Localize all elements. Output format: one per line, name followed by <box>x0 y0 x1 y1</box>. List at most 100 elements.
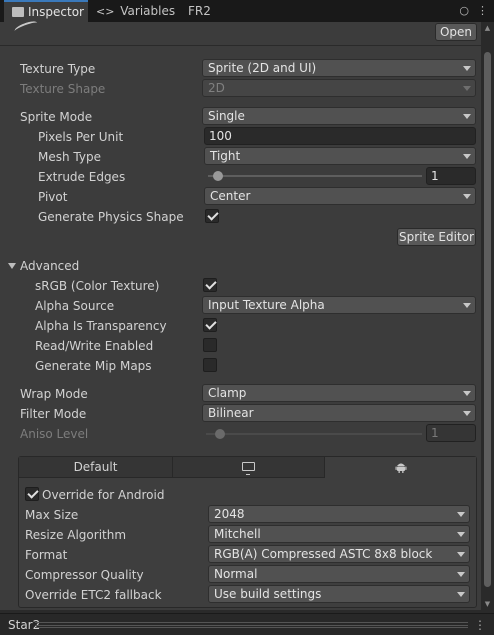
tab-inspector-label: Inspector <box>28 5 84 19</box>
dropdown-arrow-icon <box>463 114 471 119</box>
android-icon <box>395 463 407 473</box>
texture-type-dropdown[interactable]: Sprite (2D and UI) <box>202 59 476 77</box>
header-separator <box>0 45 481 46</box>
mesh-type-label: Mesh Type <box>38 150 101 164</box>
wrap-mode-dropdown[interactable]: Clamp <box>202 384 476 402</box>
extrude-edges-slider-knob[interactable] <box>213 171 223 181</box>
compressor-quality-dropdown[interactable]: Normal <box>208 565 470 583</box>
override-android-label: Override for Android <box>42 488 165 502</box>
aniso-level-label: Aniso Level <box>20 427 89 441</box>
lock-icon[interactable]: ○ <box>459 4 469 17</box>
dropdown-arrow-icon <box>463 391 471 396</box>
filter-mode-label: Filter Mode <box>20 407 87 421</box>
filter-mode-value: Bilinear <box>208 406 254 420</box>
etc2-fallback-dropdown[interactable]: Use build settings <box>208 585 470 603</box>
texture-type-value: Sprite (2D and UI) <box>208 61 317 75</box>
compressor-quality-value: Normal <box>214 567 258 581</box>
resize-grip-icon[interactable] <box>35 622 468 628</box>
texture-shape-value: 2D <box>208 81 225 95</box>
pivot-label: Pivot <box>38 190 68 204</box>
dropdown-arrow-icon <box>457 512 465 517</box>
pixels-per-unit-field[interactable]: 100 <box>204 127 476 145</box>
alpha-source-value: Input Texture Alpha <box>208 298 325 312</box>
foldout-expanded-icon[interactable] <box>8 263 16 269</box>
inspector-icon <box>12 7 24 17</box>
wrap-mode-label: Wrap Mode <box>20 387 88 401</box>
scroll-down-arrow-icon[interactable]: ▼ <box>484 600 491 608</box>
mesh-type-dropdown[interactable]: Tight <box>204 147 476 165</box>
resize-algorithm-value: Mitchell <box>214 527 261 541</box>
window-tab-bar: Inspector <> Variables FR2 ○ ⋮ <box>0 0 494 22</box>
dropdown-arrow-icon <box>457 552 465 557</box>
platform-tab-standalone[interactable] <box>173 457 325 478</box>
texture-shape-dropdown: 2D <box>202 79 476 97</box>
sprite-mode-dropdown[interactable]: Single <box>202 107 476 125</box>
generate-physics-shape-label: Generate Physics Shape <box>38 210 184 224</box>
platform-tab-android[interactable] <box>325 457 476 478</box>
pivot-dropdown[interactable]: Center <box>204 187 476 205</box>
extrude-edges-label: Extrude Edges <box>38 170 126 184</box>
preview-menu-icon[interactable]: ⋮ <box>474 614 486 635</box>
dropdown-arrow-icon <box>463 303 471 308</box>
resize-algorithm-dropdown[interactable]: Mitchell <box>208 525 470 543</box>
alpha-source-dropdown[interactable]: Input Texture Alpha <box>202 296 476 314</box>
alpha-is-transparency-checkbox[interactable] <box>203 318 217 332</box>
override-android-checkbox[interactable] <box>25 487 39 501</box>
dropdown-arrow-icon <box>463 194 471 199</box>
sprite-mode-value: Single <box>208 109 245 123</box>
tab-fr2[interactable]: FR2 <box>188 0 228 22</box>
aniso-level-field: 1 <box>426 424 476 442</box>
max-size-label: Max Size <box>25 508 79 522</box>
scroll-thumb[interactable] <box>484 52 491 587</box>
dropdown-arrow-icon <box>457 592 465 597</box>
max-size-value: 2048 <box>214 507 245 521</box>
format-value: RGB(A) Compressed ASTC 8x8 block <box>214 547 433 561</box>
alpha-is-transparency-label: Alpha Is Transparency <box>35 319 167 333</box>
scroll-up-arrow-icon[interactable]: ▲ <box>484 24 491 32</box>
dropdown-arrow-icon <box>463 154 471 159</box>
open-button[interactable]: Open <box>435 23 477 41</box>
extrude-edges-field[interactable]: 1 <box>426 167 476 185</box>
srgb-checkbox[interactable] <box>203 278 217 292</box>
mip-maps-checkbox[interactable] <box>203 358 217 372</box>
dropdown-arrow-icon <box>457 572 465 577</box>
pixels-per-unit-label: Pixels Per Unit <box>38 130 124 144</box>
platform-tab-default-label: Default <box>73 460 118 474</box>
etc2-fallback-label: Override ETC2 fallback <box>25 588 162 602</box>
extrude-edges-slider-track[interactable] <box>208 175 422 177</box>
tab-variables-label: Variables <box>120 4 176 18</box>
resize-algorithm-label: Resize Algorithm <box>25 528 127 542</box>
kebab-menu-icon[interactable]: ⋮ <box>477 4 488 17</box>
compressor-quality-label: Compressor Quality <box>25 568 144 582</box>
read-write-label: Read/Write Enabled <box>35 339 154 353</box>
sprite-mode-label: Sprite Mode <box>20 110 93 124</box>
vertical-scrollbar[interactable]: ▲ ▼ <box>481 22 494 610</box>
max-size-dropdown[interactable]: 2048 <box>208 505 470 523</box>
sprite-editor-button[interactable]: Sprite Editor <box>397 228 476 246</box>
tab-inspector[interactable]: Inspector <box>4 0 88 22</box>
etc2-fallback-value: Use build settings <box>214 587 322 601</box>
dropdown-arrow-icon <box>457 532 465 537</box>
texture-type-label: Texture Type <box>20 62 96 76</box>
aniso-level-slider-track <box>206 433 422 435</box>
platform-tabs: Default <box>19 457 476 478</box>
platform-tab-default[interactable]: Default <box>19 457 173 478</box>
tab-actions: ○ ⋮ <box>451 0 488 22</box>
mesh-type-value: Tight <box>210 149 241 163</box>
read-write-checkbox[interactable] <box>203 338 217 352</box>
code-brackets-icon: <> <box>96 5 115 18</box>
tab-variables[interactable]: <> Variables <box>96 0 176 22</box>
format-dropdown[interactable]: RGB(A) Compressed ASTC 8x8 block <box>208 545 470 563</box>
preview-bar[interactable]: Star2 ⋮ <box>0 613 494 635</box>
texture-shape-label: Texture Shape <box>20 82 106 96</box>
dropdown-arrow-icon <box>463 86 471 91</box>
filter-mode-dropdown[interactable]: Bilinear <box>202 404 476 422</box>
format-label: Format <box>25 548 68 562</box>
advanced-foldout-label[interactable]: Advanced <box>20 257 79 275</box>
alpha-source-label: Alpha Source <box>35 299 115 313</box>
generate-physics-shape-checkbox[interactable] <box>205 209 219 223</box>
aniso-level-slider-knob <box>215 429 225 439</box>
mip-maps-label: Generate Mip Maps <box>35 359 152 373</box>
pivot-value: Center <box>210 189 251 203</box>
tab-fr2-label: FR2 <box>188 4 211 18</box>
